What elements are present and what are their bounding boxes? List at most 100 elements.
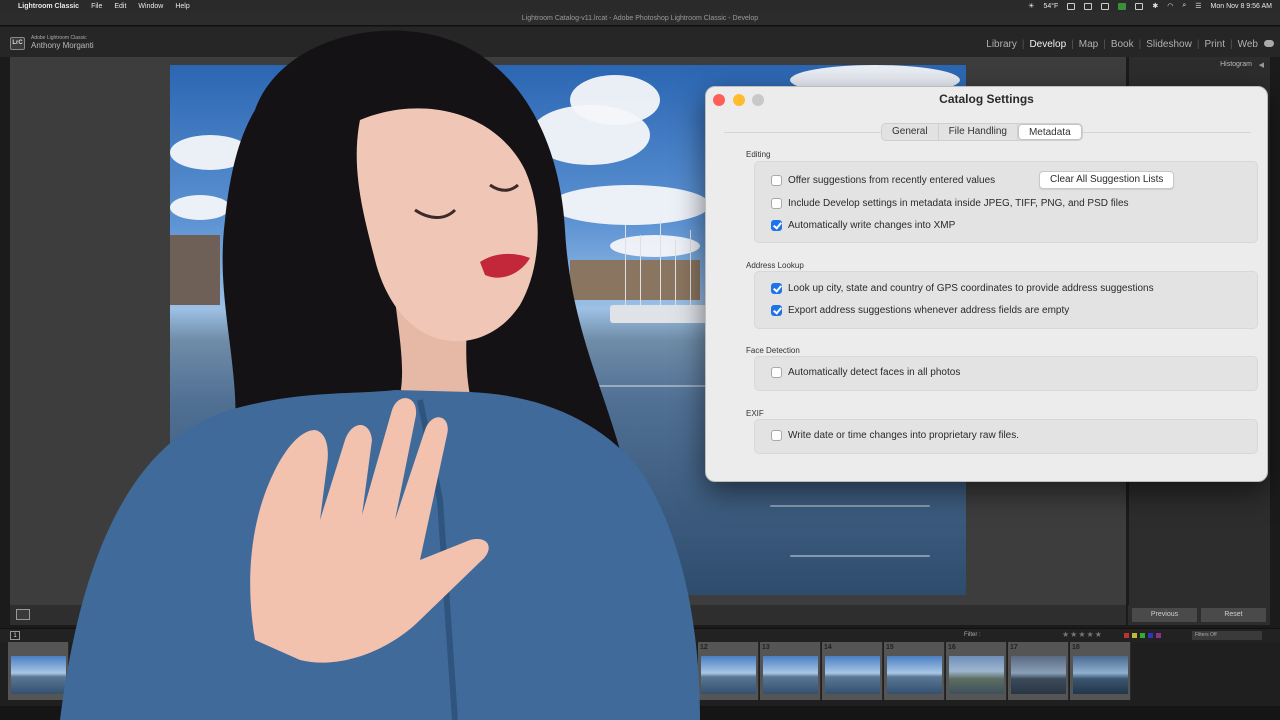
module-web[interactable]: Web — [1238, 39, 1258, 50]
write-date-row[interactable]: Write date or time changes into propriet… — [771, 430, 1019, 441]
menu-edit[interactable]: Edit — [114, 3, 126, 10]
filmstrip-thumbnail[interactable]: 15 — [884, 642, 945, 700]
filmstrip-thumbnail[interactable]: 17 — [1008, 642, 1069, 700]
cloud-icon[interactable] — [1264, 40, 1274, 47]
menu-window[interactable]: Window — [138, 3, 163, 10]
previous-button[interactable]: Previous — [1132, 608, 1197, 622]
module-separator: | — [1230, 39, 1233, 50]
control-center-icon[interactable]: ☰ — [1195, 2, 1201, 10]
wifi-icon[interactable]: ◠ — [1167, 2, 1173, 10]
write-date-label: Write date or time changes into propriet… — [788, 430, 1020, 441]
marina-building — [170, 235, 220, 305]
section-label-face: Face Detection — [746, 346, 800, 355]
filmstrip-header: 1 Filter : ★★★★★ Filters Off — [0, 628, 1280, 642]
weather-text[interactable]: 54°F — [1043, 3, 1058, 10]
color-label-red[interactable] — [1124, 633, 1129, 638]
auto-detect-faces-row[interactable]: Automatically detect faces in all photos — [771, 367, 960, 378]
module-library[interactable]: Library — [986, 39, 1017, 50]
face-group: Automatically detect faces in all photos — [754, 356, 1258, 391]
page-number[interactable]: 1 — [10, 631, 20, 640]
include-develop-checkbox[interactable] — [771, 198, 782, 209]
filmstrip-thumbnail[interactable]: 13 — [760, 642, 821, 700]
lookup-gps-label: Look up city, state and country of GPS c… — [788, 283, 1154, 294]
exif-group: Write date or time changes into propriet… — [754, 419, 1258, 454]
color-label-blue[interactable] — [1148, 633, 1153, 638]
lrc-logo-icon: LrC — [10, 37, 25, 50]
thumbnail-image — [887, 656, 942, 694]
section-label-exif: EXIF — [746, 409, 764, 418]
tab-general[interactable]: General — [882, 124, 939, 140]
address-group: Look up city, state and country of GPS c… — [754, 271, 1258, 329]
include-develop-row[interactable]: Include Develop settings in metadata ins… — [771, 198, 1129, 209]
offer-suggestions-checkbox[interactable] — [771, 175, 782, 186]
module-slideshow[interactable]: Slideshow — [1146, 39, 1192, 50]
lookup-gps-checkbox[interactable] — [771, 283, 782, 294]
section-label-editing: Editing — [746, 150, 771, 159]
boat-mast — [660, 220, 661, 315]
status-icon[interactable] — [1118, 2, 1127, 10]
status-icon[interactable] — [1084, 2, 1093, 10]
lookup-gps-row[interactable]: Look up city, state and country of GPS c… — [771, 283, 1154, 294]
module-map[interactable]: Map — [1079, 39, 1098, 50]
menu-bar: Lightroom Classic File Edit Window Help … — [0, 0, 1280, 12]
weather-icon[interactable]: ☀ — [1028, 2, 1034, 10]
color-label-yellow[interactable] — [1132, 633, 1137, 638]
offer-suggestions-label: Offer suggestions from recently entered … — [788, 175, 996, 186]
auto-write-xmp-label: Automatically write changes into XMP — [788, 220, 956, 231]
frame-number: 16 — [948, 644, 956, 651]
rating-stars-icon[interactable]: ★★★★★ — [1062, 630, 1103, 639]
module-book[interactable]: Book — [1111, 39, 1134, 50]
boat-mast — [675, 240, 676, 315]
export-suggestions-checkbox[interactable] — [771, 305, 782, 316]
export-suggestions-row[interactable]: Export address suggestions whenever addr… — [771, 305, 1069, 316]
reset-button[interactable]: Reset — [1201, 608, 1266, 622]
identity-plate-bar: LrC Adobe Lightroom Classic Anthony Morg… — [0, 27, 1280, 57]
auto-write-xmp-row[interactable]: Automatically write changes into XMP — [771, 220, 955, 231]
datetime[interactable]: Mon Nov 8 9:56 AM — [1211, 3, 1272, 10]
auto-write-xmp-checkbox[interactable] — [771, 220, 782, 231]
filters-dropdown[interactable]: Filters Off — [1192, 631, 1262, 640]
bottom-edge — [0, 706, 1280, 720]
write-date-checkbox[interactable] — [771, 430, 782, 441]
offer-suggestions-row[interactable]: Offer suggestions from recently entered … — [771, 175, 995, 186]
auto-detect-faces-label: Automatically detect faces in all photos — [788, 367, 961, 378]
color-label-purple[interactable] — [1156, 633, 1161, 638]
city-skyline — [570, 260, 700, 300]
filter-label: Filter : — [964, 632, 981, 638]
color-label-green[interactable] — [1140, 633, 1145, 638]
water-reflection — [770, 505, 930, 507]
tab-metadata[interactable]: Metadata — [1017, 124, 1082, 140]
boat-mast — [690, 230, 691, 315]
histogram-label[interactable]: Histogram — [1220, 61, 1252, 68]
menu-app-name[interactable]: Lightroom Classic — [18, 3, 79, 10]
filmstrip-thumbnail[interactable]: 18 — [1070, 642, 1131, 700]
filmstrip-thumbnail[interactable]: 14 — [822, 642, 883, 700]
dialog-content: Editing Offer suggestions from recently … — [724, 132, 1258, 467]
module-print[interactable]: Print — [1204, 39, 1225, 50]
module-separator: | — [1138, 39, 1142, 50]
cloud-shape — [170, 195, 230, 220]
menu-help[interactable]: Help — [175, 3, 189, 10]
status-icon[interactable] — [1135, 2, 1144, 10]
filmstrip-thumbnail[interactable] — [8, 642, 69, 700]
section-label-address: Address Lookup — [746, 261, 804, 270]
search-icon[interactable]: ⌕ — [1182, 2, 1186, 10]
module-develop[interactable]: Develop — [1029, 39, 1066, 50]
frame-number: 12 — [700, 644, 708, 651]
clear-suggestion-lists-button[interactable]: Clear All Suggestion Lists — [1039, 171, 1175, 189]
collapse-arrow-icon[interactable]: ◀ — [1259, 61, 1264, 69]
loupe-view-icon[interactable] — [16, 609, 30, 620]
menu-file[interactable]: File — [91, 3, 102, 10]
status-icon[interactable] — [1101, 2, 1110, 10]
thumbnail-image — [11, 656, 66, 694]
auto-detect-faces-checkbox[interactable] — [771, 367, 782, 378]
frame-number: 18 — [1072, 644, 1080, 651]
panel-buttons: Previous Reset — [1128, 605, 1270, 625]
tab-file-handling[interactable]: File Handling — [939, 124, 1018, 140]
filmstrip-thumbnail[interactable]: 12 — [698, 642, 759, 700]
status-icon[interactable] — [1067, 2, 1076, 10]
filmstrip-thumbnail[interactable]: 16 — [946, 642, 1007, 700]
module-separator: | — [1021, 39, 1025, 50]
bluetooth-icon[interactable]: ✱ — [1152, 2, 1158, 10]
thumbnail-image — [1011, 656, 1066, 694]
